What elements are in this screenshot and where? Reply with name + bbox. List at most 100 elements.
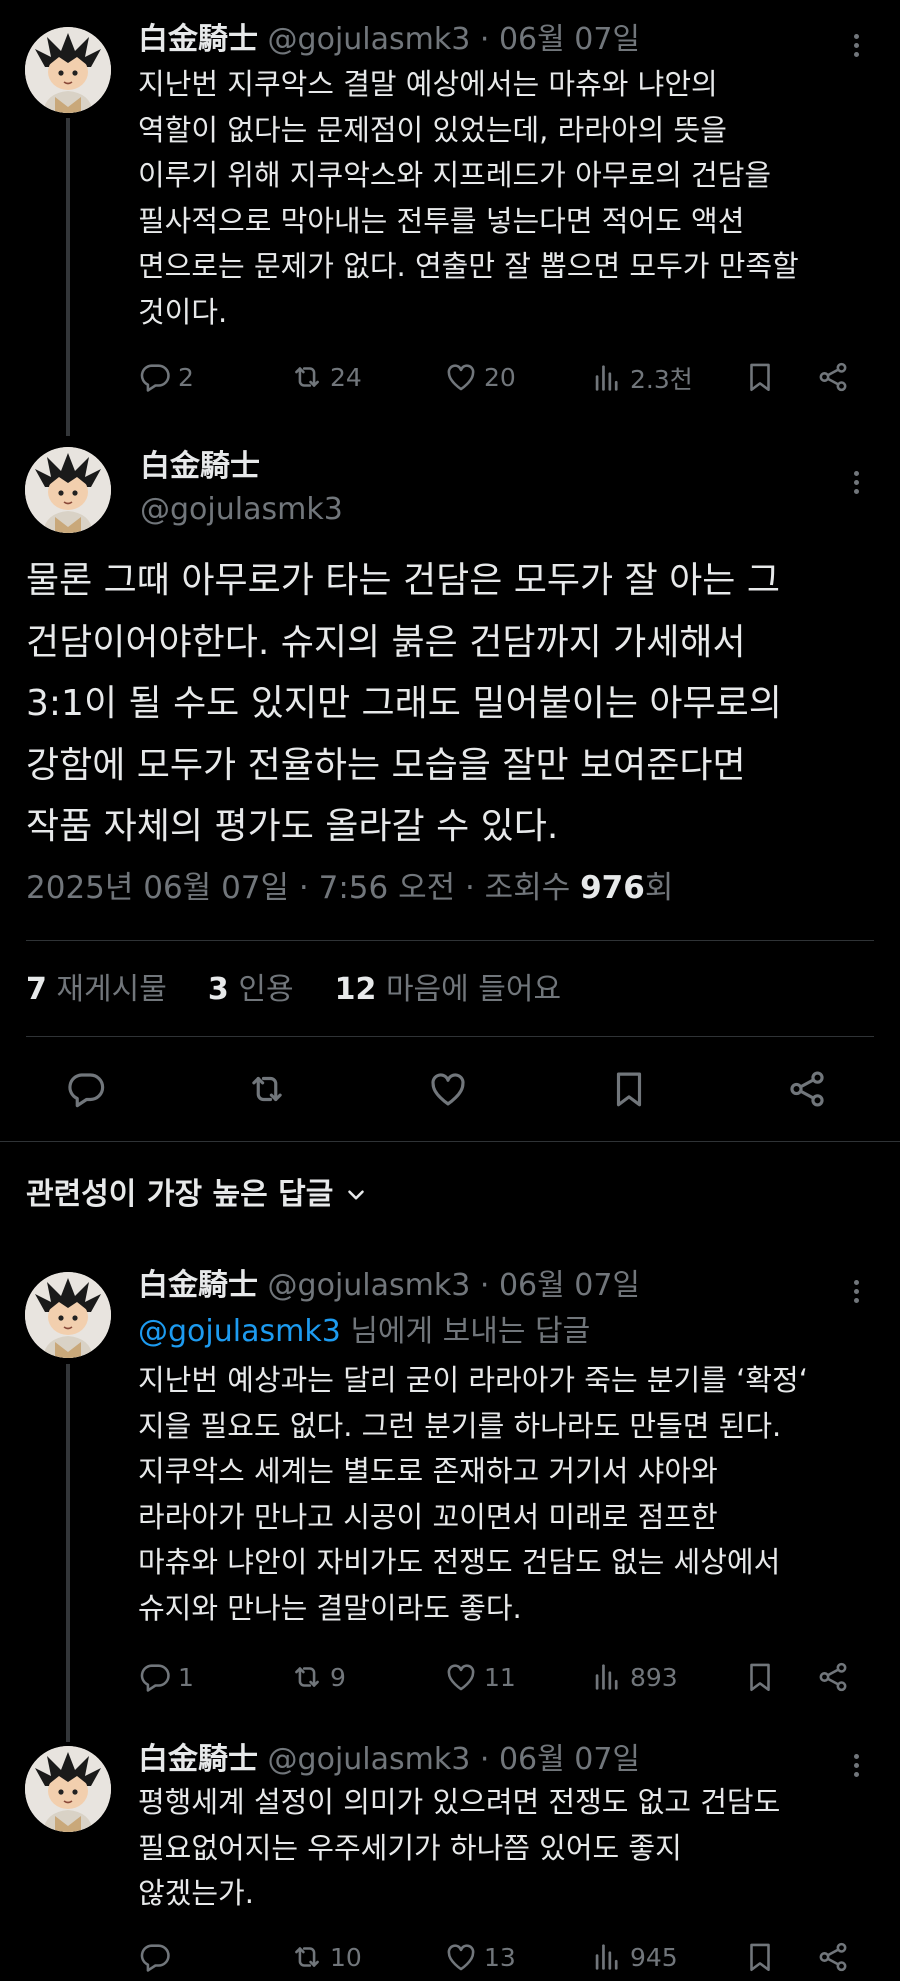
- post-header: 白金騎士 @gojulasmk3 · 06월 07일: [138, 1740, 640, 1780]
- repost-button[interactable]: 10: [290, 1940, 362, 1974]
- author-handle[interactable]: @gojulasmk3: [268, 22, 471, 57]
- reply-icon: [138, 360, 172, 394]
- heart-icon: [444, 1940, 478, 1974]
- author-name[interactable]: 白金騎士: [140, 447, 260, 487]
- bookmark-button[interactable]: [608, 1068, 650, 1114]
- repost-icon: [290, 1660, 324, 1694]
- share-icon: [816, 1940, 850, 1974]
- like-button[interactable]: 11: [444, 1660, 516, 1694]
- avatar[interactable]: [25, 1272, 111, 1358]
- bookmark-icon: [743, 1660, 777, 1694]
- likes-stat[interactable]: 12 마음에 들어요: [335, 972, 561, 1007]
- reply-to-mention[interactable]: @gojulasmk3: [138, 1314, 341, 1349]
- reply-to-text: 님에게 보내는 답글: [340, 1314, 591, 1349]
- repost-icon: [290, 360, 324, 394]
- chevron-down-icon: [348, 1190, 365, 1200]
- repost-count: 10: [330, 1942, 362, 1972]
- heart-icon: [427, 1068, 469, 1110]
- views-count: 2.3천: [630, 365, 693, 394]
- divider: [26, 1036, 874, 1037]
- bookmark-icon: [743, 360, 777, 394]
- reply-count: 1: [178, 1662, 194, 1692]
- reply-icon: [65, 1068, 107, 1110]
- more-icon[interactable]: [844, 1276, 868, 1307]
- bookmark-button[interactable]: [743, 1940, 777, 1974]
- reposts-stat[interactable]: 7 재게시물: [26, 972, 167, 1007]
- avatar[interactable]: [25, 1746, 111, 1832]
- share-icon: [786, 1068, 828, 1110]
- share-icon: [816, 360, 850, 394]
- heart-icon: [444, 1660, 478, 1694]
- reply-button[interactable]: [138, 1940, 178, 1974]
- post-header: 白金騎士 @gojulasmk3 · 06월 07일: [138, 1266, 640, 1306]
- thread-line: [66, 118, 70, 436]
- share-button[interactable]: [816, 360, 850, 394]
- reply-icon: [138, 1660, 172, 1694]
- author-handle[interactable]: @gojulasmk3: [268, 1742, 471, 1777]
- views-button[interactable]: 2.3천: [590, 360, 693, 396]
- author-handle[interactable]: @gojulasmk3: [268, 1268, 471, 1303]
- reply-button[interactable]: 2: [138, 360, 194, 394]
- share-button[interactable]: [786, 1068, 828, 1114]
- more-icon[interactable]: [844, 1750, 868, 1781]
- views-icon: [590, 1660, 624, 1694]
- views-icon: [590, 361, 624, 395]
- replies-header: 관련성이 가장 높은 답글: [26, 1177, 334, 1212]
- more-icon[interactable]: [844, 30, 868, 61]
- post-text: 지난번 지쿠악스 결말 예상에서는 마츄와 냐안의 역할이 없다는 문제점이 있…: [138, 67, 799, 329]
- like-button[interactable]: 13: [444, 1940, 516, 1974]
- post-date[interactable]: · 06월 07일: [480, 1268, 640, 1303]
- reply-button[interactable]: [65, 1068, 107, 1114]
- views-count: 945: [630, 1942, 678, 1972]
- like-count: 20: [484, 362, 516, 392]
- author-name[interactable]: 白金騎士: [138, 1742, 258, 1777]
- views-button[interactable]: 945: [590, 1940, 678, 1974]
- post-timestamp: 2025년 06월 07일 · 7:56 오전 · 조회수 976회: [26, 866, 673, 910]
- post-date[interactable]: · 06월 07일: [480, 22, 640, 57]
- author-handle[interactable]: @gojulasmk3: [140, 490, 343, 530]
- views-button[interactable]: 893: [590, 1660, 678, 1694]
- views-number: 976: [580, 870, 645, 906]
- author-name[interactable]: 白金騎士: [138, 1268, 258, 1303]
- post-header: 白金騎士 @gojulasmk3 · 06월 07일: [138, 20, 640, 60]
- reply-count: 2: [178, 362, 194, 392]
- bookmark-button[interactable]: [743, 1660, 777, 1694]
- views-icon: [590, 1940, 624, 1974]
- views-suffix: 회: [644, 870, 674, 906]
- bookmark-icon: [743, 1940, 777, 1974]
- share-icon: [816, 1660, 850, 1694]
- avatar[interactable]: [25, 447, 111, 533]
- bookmark-button[interactable]: [743, 360, 777, 394]
- post-stats: 7 재게시물 3 인용 12 마음에 들어요: [26, 968, 561, 1012]
- repost-button[interactable]: 24: [290, 360, 362, 394]
- reply-to: @gojulasmk3 님에게 보내는 답글: [138, 1312, 590, 1352]
- main-post-text: 물론 그때 아무로가 타는 건담은 모두가 잘 아는 그 건담이어야한다. 슈지…: [26, 560, 782, 847]
- share-button[interactable]: [816, 1940, 850, 1974]
- like-count: 13: [484, 1942, 516, 1972]
- divider: [0, 1141, 900, 1142]
- reply-button[interactable]: 1: [138, 1660, 194, 1694]
- repost-count: 24: [330, 362, 362, 392]
- quotes-stat[interactable]: 3 인용: [208, 972, 294, 1007]
- avatar[interactable]: [25, 27, 111, 113]
- heart-icon: [444, 360, 478, 394]
- author-name[interactable]: 白金騎士: [138, 22, 258, 57]
- bookmark-icon: [608, 1068, 650, 1110]
- views-count: 893: [630, 1662, 678, 1692]
- reply-icon: [138, 1940, 172, 1974]
- more-icon[interactable]: [844, 467, 868, 498]
- like-button[interactable]: [427, 1068, 469, 1114]
- repost-icon: [290, 1940, 324, 1974]
- repost-button[interactable]: [246, 1068, 288, 1114]
- post-date[interactable]: · 06월 07일: [480, 1742, 640, 1777]
- divider: [26, 940, 874, 941]
- like-button[interactable]: 20: [444, 360, 516, 394]
- replies-sort-button[interactable]: 관련성이 가장 높은 답글: [26, 1173, 369, 1217]
- thread-line: [66, 1364, 70, 1742]
- repost-button[interactable]: 9: [290, 1660, 346, 1694]
- share-button[interactable]: [816, 1660, 850, 1694]
- repost-count: 9: [330, 1662, 346, 1692]
- like-count: 11: [484, 1662, 516, 1692]
- timestamp-text[interactable]: 2025년 06월 07일 · 7:56 오전 · 조회수: [26, 870, 580, 906]
- repost-icon: [246, 1068, 288, 1110]
